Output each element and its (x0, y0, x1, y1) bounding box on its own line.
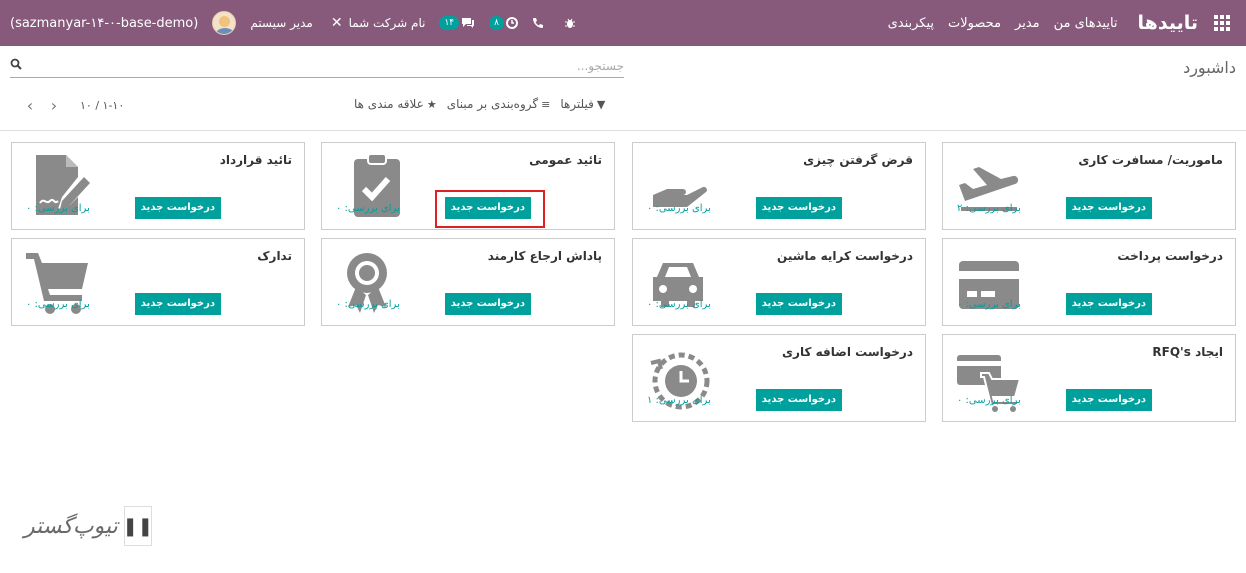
chat-icon (462, 18, 475, 28)
app-brand[interactable]: تاییدها (1138, 12, 1198, 34)
tools-icon: ✕ (330, 15, 343, 31)
company-name: نام شرکت شما (348, 16, 426, 30)
messages-badge: ۱۴ (439, 16, 460, 30)
watermark-text: تیوپ‌گستر (24, 513, 118, 539)
search-bar (10, 56, 624, 78)
apps-menu-icon[interactable] (1198, 0, 1246, 46)
card-title: درخواست اضافه کاری (782, 345, 913, 359)
new-request-button[interactable]: درخواست جدید (755, 197, 842, 219)
debug-bug-icon[interactable] (564, 17, 576, 29)
card-title: ایجاد RFQ's (1152, 345, 1223, 359)
to-review-link[interactable]: برای بررسی: ۲ (957, 203, 1021, 214)
filters-label: فیلترها (560, 97, 594, 111)
groupby-label: گروه‌بندی بر مبنای (446, 97, 539, 111)
groupby-dropdown[interactable]: ≡ گروه‌بندی بر مبنای (447, 97, 551, 111)
menu-products[interactable]: محصولات (948, 16, 1001, 31)
approval-card-procurement: تدارک درخواست جدید برای بررسی: ۰ (11, 238, 305, 326)
filter-icon: ▼ (596, 97, 606, 111)
to-review-link[interactable]: برای بررسی: ۰ (336, 299, 400, 310)
to-review-link[interactable]: برای بررسی: ۰ (647, 203, 711, 214)
card-title: تائید عمومی (529, 153, 602, 167)
clock-icon (505, 17, 518, 29)
pager-value[interactable]: ۱-۱۰ / ۱۰ (80, 99, 124, 112)
card-title: پاداش ارجاع کارمند (487, 249, 602, 263)
to-review-link[interactable]: برای بررسی: ۰ (647, 299, 711, 310)
to-review-link[interactable]: برای بررسی: ۰ (336, 203, 400, 214)
top-navbar: تاییدها تاییدهای من مدیر محصولات پیکربند… (0, 0, 1246, 46)
filters-dropdown[interactable]: ▼ فیلترها (560, 97, 605, 111)
approval-card-contract: تائید قرارداد درخواست جدید برای بررسی: ۰ (11, 142, 305, 230)
approval-card-employee-referral: پاداش ارجاع کارمند درخواست جدید برای برر… (321, 238, 615, 326)
new-request-button[interactable]: درخواست جدید (1065, 197, 1152, 219)
pager-next-icon[interactable]: › (42, 96, 66, 115)
card-title: درخواست کرایه ماشین (777, 249, 913, 263)
approval-card-overtime: درخواست اضافه کاری درخواست جدید برای برر… (632, 334, 926, 422)
bars-icon: ≡ (541, 97, 551, 111)
card-title: تائید قرارداد (219, 153, 292, 167)
card-title: تدارک (257, 249, 292, 263)
watermark-logo: تیوپ‌گستر ❚❚ (24, 506, 153, 546)
menu-configuration[interactable]: پیکربندی (888, 16, 934, 31)
activities-menu[interactable]: ۸ (489, 16, 518, 30)
to-review-link[interactable]: برای بررسی: ۰ (26, 299, 90, 310)
new-request-button[interactable]: درخواست جدید (134, 197, 221, 219)
favorites-dropdown[interactable]: ★ علاقه مندی ها (354, 97, 437, 111)
to-review-link[interactable]: برای بررسی: ۰ (26, 203, 90, 214)
pager-previous-icon[interactable]: ‹ (18, 96, 42, 115)
new-request-button[interactable]: درخواست جدید (755, 293, 842, 315)
database-name: (sazmanyar-۱۴-۰-base-demo) (10, 15, 199, 31)
new-request-button[interactable]: درخواست جدید (134, 293, 221, 315)
search-icon[interactable] (10, 58, 22, 70)
to-review-link[interactable]: برای بررسی: ۱ (647, 395, 711, 406)
pager: ‹ › ۱-۱۰ / ۱۰ (18, 96, 124, 115)
watermark-mark-icon: ❚❚ (123, 506, 153, 546)
company-switcher[interactable]: ✕ نام شرکت شما (331, 15, 426, 31)
card-title: درخواست پرداخت (1117, 249, 1223, 263)
menu-my-approvals[interactable]: تاییدهای من (1054, 16, 1118, 31)
to-review-link[interactable]: برای بررسی: ۰ (957, 395, 1021, 406)
phone-icon[interactable] (532, 17, 544, 29)
search-input[interactable] (44, 56, 624, 76)
highlight-box (435, 190, 545, 228)
new-request-button[interactable]: درخواست جدید (1065, 293, 1152, 315)
approval-card-create-rfq: ایجاد RFQ's درخواست جدید برای بررسی: ۰ (942, 334, 1236, 422)
menu-manager[interactable]: مدیر (1015, 16, 1040, 31)
user-menu[interactable]: مدیر سیستم (250, 16, 313, 30)
approval-card-car-rental: درخواست کرایه ماشین درخواست جدید برای بر… (632, 238, 926, 326)
approval-card-payment: درخواست پرداخت درخواست جدید برای بررسی: … (942, 238, 1236, 326)
search-options: ▼ فیلترها ≡ گروه‌بندی بر مبنای ★ علاقه م… (344, 97, 605, 111)
favorites-label: علاقه مندی ها (354, 97, 424, 111)
approval-card-business-trip: ماموریت/ مسافرت کاری درخواست جدید برای ب… (942, 142, 1236, 230)
messages-menu[interactable]: ۱۴ (439, 16, 475, 30)
user-avatar[interactable] (212, 11, 237, 35)
control-panel-divider (0, 130, 1246, 131)
card-title: قرض گرفتن چیزی (803, 153, 913, 167)
activities-badge: ۸ (489, 16, 504, 30)
star-icon: ★ (426, 97, 437, 111)
to-review-link[interactable]: برای بررسی: ۰ (957, 299, 1021, 310)
new-request-button[interactable]: درخواست جدید (755, 389, 842, 411)
card-title: ماموریت/ مسافرت کاری (1078, 153, 1223, 167)
approval-card-borrow-items: قرض گرفتن چیزی درخواست جدید برای بررسی: … (632, 142, 926, 230)
new-request-button[interactable]: درخواست جدید (444, 293, 531, 315)
breadcrumb: داشبورد (1183, 58, 1236, 77)
new-request-button[interactable]: درخواست جدید (1065, 389, 1152, 411)
